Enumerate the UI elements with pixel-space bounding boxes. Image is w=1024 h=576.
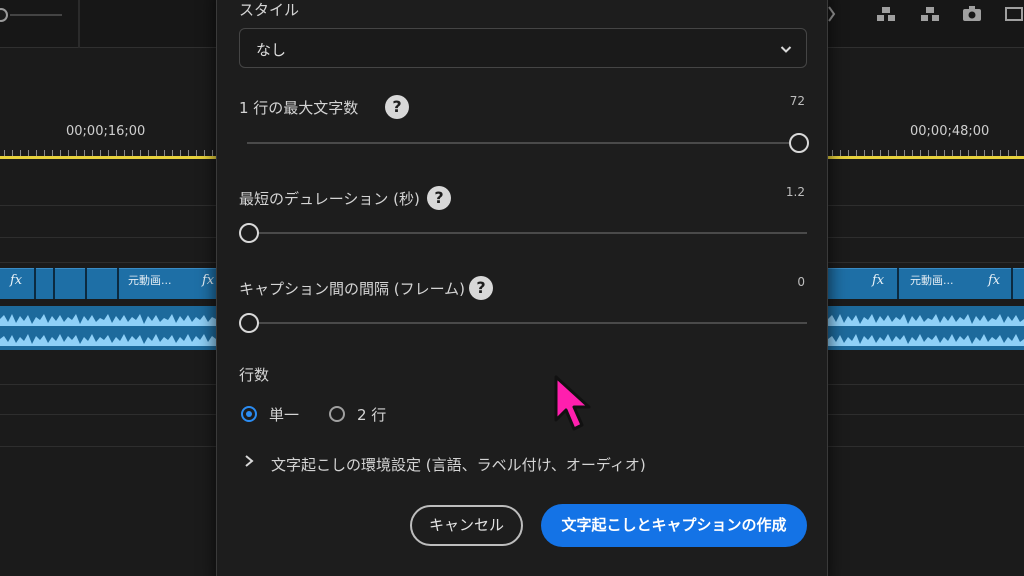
- caption-gap-slider-knob[interactable]: [239, 313, 259, 333]
- video-clip[interactable]: [0, 268, 216, 299]
- audio-clip[interactable]: [0, 306, 216, 350]
- style-select[interactable]: なし: [239, 28, 807, 68]
- clip-edge: [53, 268, 55, 299]
- work-area-bar[interactable]: [0, 156, 216, 159]
- max-chars-slider[interactable]: [247, 142, 807, 144]
- radio-single[interactable]: [241, 406, 257, 422]
- caption-gap-value: 0: [797, 275, 805, 289]
- min-duration-slider-knob[interactable]: [239, 223, 259, 243]
- chevron-down-icon: [780, 46, 792, 53]
- create-captions-dialog: スタイル なし 1 行の最大文字数 ? 72 最短のデュレーション (秒) ? …: [216, 0, 828, 576]
- fx-badge: fx: [10, 273, 23, 288]
- work-area-bar[interactable]: [828, 156, 1024, 159]
- zoom-slider-knob[interactable]: [0, 8, 8, 22]
- camera-icon[interactable]: [962, 5, 982, 23]
- extract-icon[interactable]: [920, 5, 940, 23]
- clip-edge: [1011, 268, 1013, 299]
- audio-waveform: [0, 314, 216, 326]
- min-duration-label: 最短のデュレーション (秒): [239, 190, 420, 208]
- timecode-label: 00;00;16;00: [66, 124, 146, 139]
- radio-two-lines-label[interactable]: 2 行: [357, 404, 386, 425]
- chevron-right-icon[interactable]: [243, 454, 255, 468]
- clip-edge: [85, 268, 87, 299]
- lift-icon[interactable]: [876, 5, 896, 23]
- pointer-cursor-icon: [554, 375, 591, 431]
- timecode-label: 00;00;48;00: [910, 124, 990, 139]
- help-icon[interactable]: ?: [469, 276, 493, 300]
- create-transcript-and-captions-button[interactable]: 文字起こしとキャプションの作成: [541, 504, 807, 547]
- min-duration-slider[interactable]: [247, 232, 807, 234]
- fx-badge: fx: [872, 273, 885, 288]
- clip-edge: [117, 268, 119, 299]
- fx-badge: fx: [202, 273, 215, 288]
- max-chars-label: 1 行の最大文字数: [239, 99, 359, 117]
- max-chars-value: 72: [789, 94, 805, 108]
- audio-waveform: [828, 314, 1024, 326]
- clip-name: 元動画...: [128, 274, 172, 287]
- button-editor-icon[interactable]: [1004, 5, 1024, 23]
- max-chars-slider-knob[interactable]: [789, 133, 809, 153]
- help-icon[interactable]: ?: [385, 95, 409, 119]
- audio-waveform: [828, 334, 1024, 346]
- cancel-button[interactable]: キャンセル: [410, 505, 523, 546]
- zoom-slider-track[interactable]: [10, 14, 62, 16]
- fx-badge: fx: [988, 273, 1001, 288]
- help-icon[interactable]: ?: [427, 186, 451, 210]
- radio-two-lines[interactable]: [329, 406, 345, 422]
- style-select-value: なし: [256, 41, 287, 59]
- clip-name: 元動画...: [910, 274, 954, 287]
- caption-gap-label: キャプション間の間隔 (フレーム): [239, 280, 466, 298]
- audio-waveform: [0, 334, 216, 346]
- header-divider: [78, 0, 80, 48]
- clip-edge: [34, 268, 36, 299]
- caption-gap-slider[interactable]: [247, 322, 807, 324]
- transcription-preferences-toggle[interactable]: 文字起こしの環境設定 (言語、ラベル付け、オーディオ): [271, 454, 646, 475]
- clip-edge: [897, 268, 899, 299]
- style-label: スタイル: [239, 1, 300, 19]
- radio-single-label[interactable]: 単一: [269, 404, 299, 425]
- audio-clip[interactable]: [828, 306, 1024, 350]
- lines-label: 行数: [239, 366, 270, 384]
- min-duration-value: 1.2: [785, 185, 805, 199]
